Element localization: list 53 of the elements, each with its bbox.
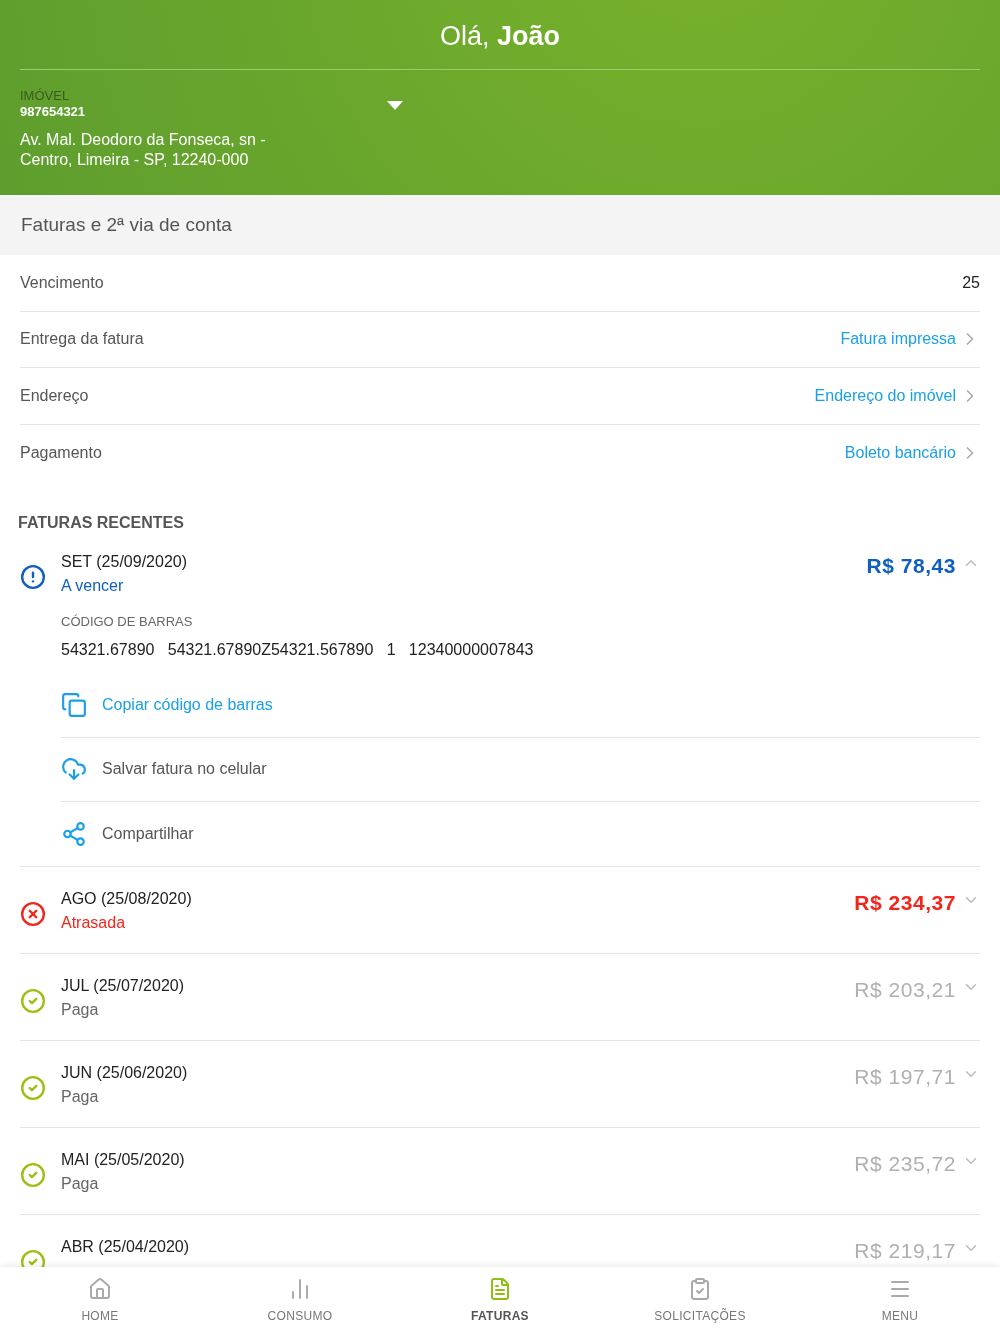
invoice-month: AGO (25/08/2020) [61, 888, 193, 909]
home-icon [88, 1276, 112, 1301]
setting-value: 25 [962, 272, 980, 293]
share-icon [61, 820, 87, 847]
invoice-month: JUN (25/06/2020) [61, 1062, 189, 1083]
invoice-amount: R$ 235,72 [854, 1150, 956, 1177]
setting-label: Vencimento [20, 272, 104, 293]
setting-link[interactable]: Boleto bancário [844, 440, 980, 465]
copy-icon [61, 692, 87, 718]
check-circle-icon [20, 1074, 46, 1101]
invoice-amount: R$ 219,17 [854, 1237, 956, 1264]
setting-label: Entrega da fatura [20, 329, 144, 350]
invoice-month: MAI (25/05/2020) [61, 1149, 186, 1170]
setting-label: Pagamento [20, 442, 102, 463]
cloud-download-icon [61, 756, 87, 782]
action-button[interactable]: Copiar código de barras [61, 673, 980, 738]
barcode-number: 54321.67890 54321.67890Z54321.567890 1 12340000007843 [61, 639, 535, 660]
invoice-status: Paga [61, 999, 100, 1020]
invoice-amount: R$ 234,37 [854, 889, 956, 916]
invoice-month: JUL (25/07/2020) [61, 975, 186, 996]
nav-tab[interactable]: FATURAS [400, 1267, 600, 1334]
dropdown-caret-icon[interactable] [387, 100, 403, 110]
invoice-amount: R$ 78,43 [866, 553, 956, 579]
invoice-month: ABR (25/04/2020) [61, 1236, 191, 1257]
action-button[interactable]: Salvar fatura no celular [61, 737, 980, 802]
action-button[interactable]: Compartilhar [61, 801, 980, 866]
check-circle-icon [20, 1161, 46, 1188]
check-circle-icon [20, 987, 46, 1014]
nav-tab[interactable]: SOLICITAÇÕES [600, 1267, 800, 1334]
alert-circle-icon [20, 564, 46, 590]
section-header: Faturas e 2ª via de conta [0, 195, 1000, 255]
property-label: IMÓVEL [20, 87, 71, 104]
invoice-amount: R$ 197,71 [854, 1063, 956, 1090]
invoice-amount: R$ 203,21 [854, 976, 956, 1003]
invoice-status: Paga [61, 1086, 100, 1107]
invoice-status: A vencer [61, 576, 125, 596]
checklist-icon [688, 1276, 712, 1301]
greeting-text: Olá, João [439, 21, 561, 51]
setting-link[interactable]: Endereço do imóvel [814, 383, 980, 408]
invoice-month: SET (25/09/2020) [61, 552, 188, 572]
x-circle-icon [20, 900, 46, 927]
invoice-status: Paga [61, 1173, 100, 1194]
invoice-status: Atrasada [61, 912, 127, 933]
setting-link[interactable]: Fatura impressa [840, 327, 980, 352]
property-address: Av. Mal. Deodoro da Fonseca, sn - Centro, Limeira - SP, 12240-000 [20, 129, 267, 170]
property-number: 987654321 [20, 103, 87, 120]
recent-invoices-title: FATURAS RECENTES [18, 513, 185, 533]
nav-tab[interactable]: HOME [0, 1267, 200, 1334]
setting-label: Endereço [20, 385, 89, 406]
nav-tab[interactable]: CONSUMO [200, 1267, 400, 1334]
barcode-label: CÓDIGO DE BARRAS [61, 613, 194, 631]
document-icon [488, 1276, 512, 1301]
nav-tab[interactable]: MENU [800, 1267, 1000, 1334]
